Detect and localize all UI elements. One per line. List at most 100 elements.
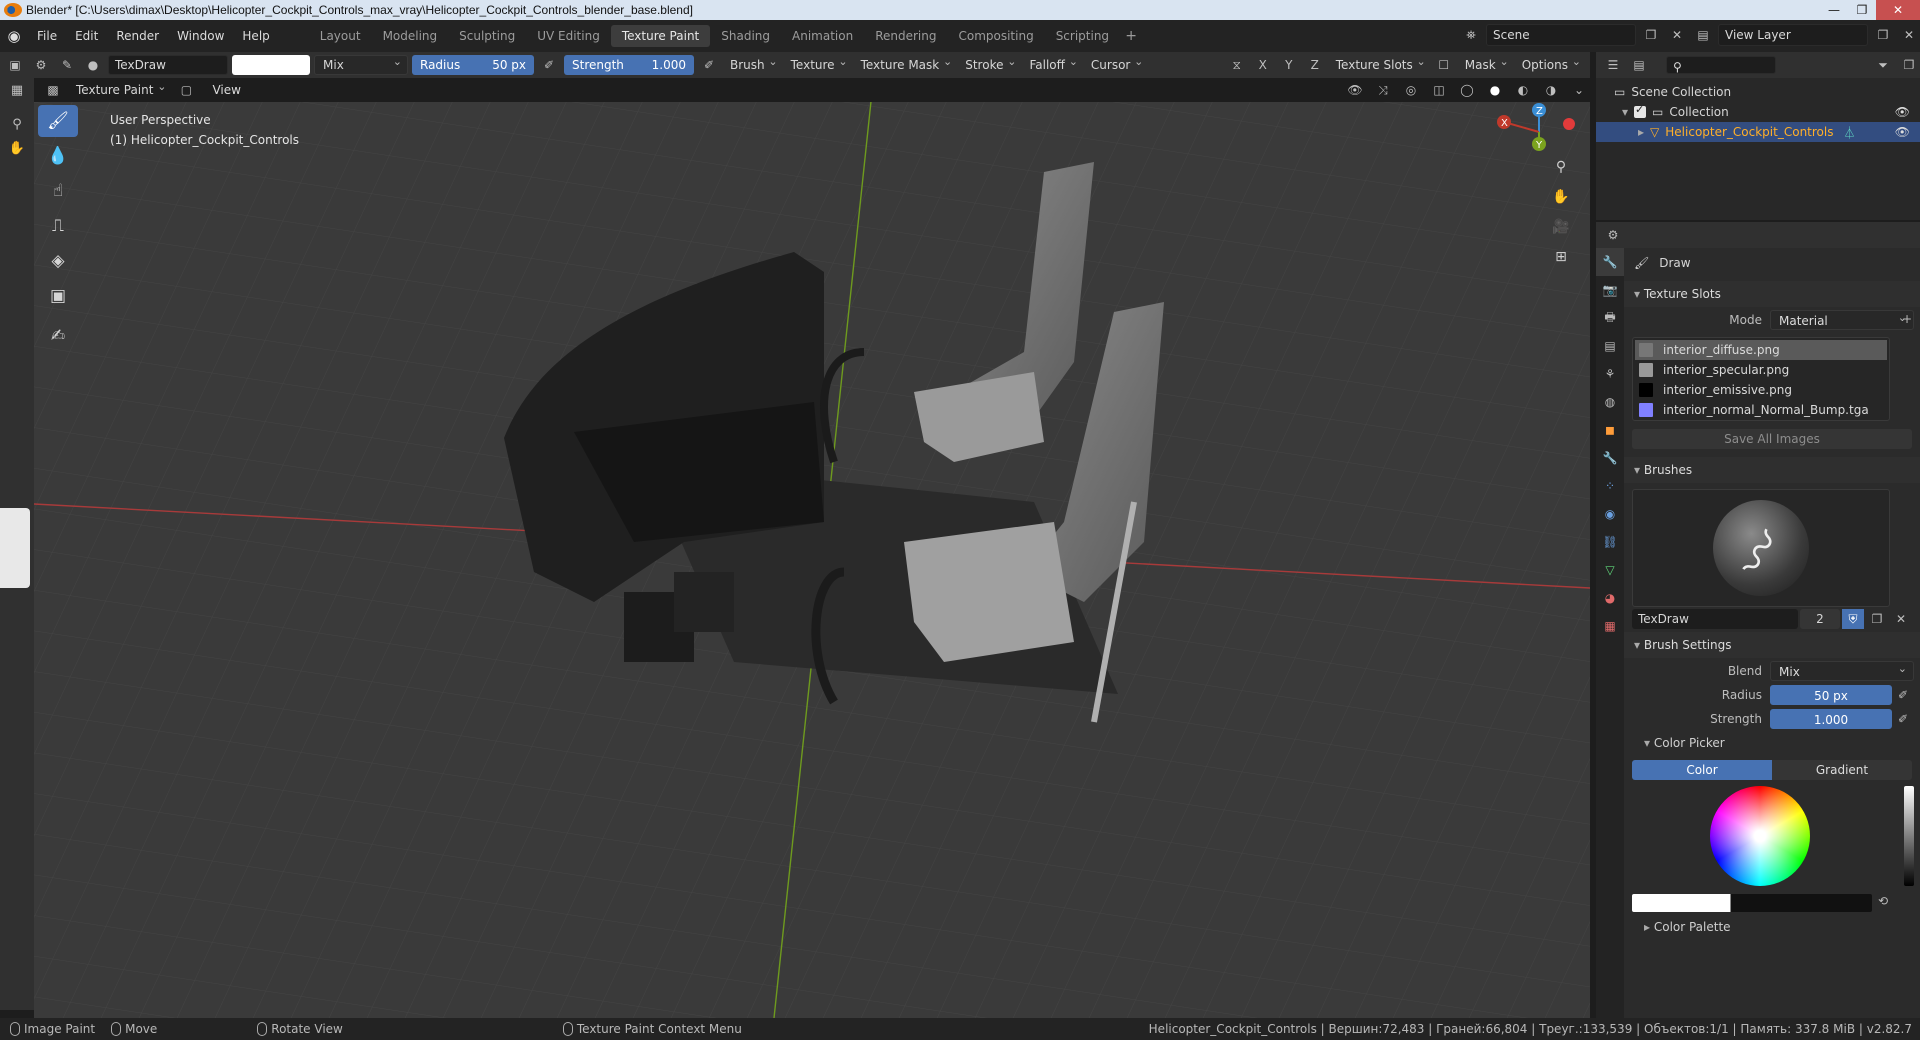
strength-slider[interactable]: Strength 1.000: [564, 55, 694, 75]
shading-options-icon[interactable]: ⌄: [1568, 79, 1590, 101]
unlink-brush-icon[interactable]: ✕: [1890, 609, 1912, 629]
new-scene-icon[interactable]: ❐: [1640, 24, 1662, 46]
axis-z-toggle[interactable]: Z: [1304, 54, 1326, 76]
pan-side-icon[interactable]: ✋: [0, 136, 34, 160]
tab-uv-editing[interactable]: UV Editing: [526, 25, 611, 47]
texture-mask-menu[interactable]: Texture Mask: [855, 52, 956, 75]
filter-icon[interactable]: ⏷: [1872, 54, 1894, 76]
texture-slots-menu[interactable]: Texture Slots: [1330, 52, 1429, 75]
tab-texture-paint[interactable]: Texture Paint: [610, 25, 711, 47]
material-shading-icon[interactable]: ◐: [1512, 79, 1534, 101]
blend-dropdown[interactable]: Mix: [314, 53, 408, 75]
duplicate-brush-icon[interactable]: ❐: [1866, 609, 1888, 629]
menu-help[interactable]: Help: [233, 25, 278, 47]
paint-mask-icon[interactable]: ▢: [175, 79, 197, 101]
cursor-menu[interactable]: Cursor: [1085, 52, 1146, 75]
gizmo-toggle-icon[interactable]: ⤨: [1372, 79, 1394, 101]
color-tab[interactable]: Color: [1632, 760, 1772, 780]
brush-users-count[interactable]: 2: [1800, 609, 1840, 629]
editor-type-icon[interactable]: ▣: [4, 54, 26, 76]
outliner-collection[interactable]: ▾ ▭ Collection 👁: [1596, 102, 1920, 122]
draw-tool-icon[interactable]: 🖌: [38, 105, 78, 137]
collection-visibility-icon[interactable]: 👁: [1895, 105, 1910, 119]
brush-menu[interactable]: Brush: [724, 52, 781, 75]
pan-hand-icon[interactable]: ✋: [1546, 182, 1576, 212]
color-palette-header[interactable]: Color Palette: [1624, 916, 1920, 938]
menu-file[interactable]: File: [28, 25, 66, 47]
radius-pressure-props-icon[interactable]: ✐: [1892, 684, 1914, 706]
tab-shading[interactable]: Shading: [710, 25, 781, 47]
mask-tool-icon[interactable]: ▣: [38, 280, 78, 312]
delete-scene-icon[interactable]: ✕: [1666, 24, 1688, 46]
new-view-layer-icon[interactable]: ❐: [1872, 24, 1894, 46]
swap-colors-icon[interactable]: ⟲: [1878, 894, 1888, 908]
scene-icon[interactable]: ⛯: [1460, 24, 1482, 46]
strength-slider-props[interactable]: 1.000: [1770, 709, 1892, 729]
falloff-menu[interactable]: Falloff: [1023, 52, 1080, 75]
mode-dropdown-props[interactable]: Material: [1770, 308, 1914, 330]
brush-preview[interactable]: [1632, 489, 1890, 607]
image-editor-collapsed[interactable]: [0, 508, 30, 588]
properties-editor-icon[interactable]: ⚙: [1602, 224, 1624, 246]
object-tab-icon[interactable]: ◼: [1596, 416, 1624, 444]
new-collection-icon[interactable]: ❐: [1898, 54, 1920, 76]
maximize-icon[interactable]: ❐: [1848, 0, 1876, 20]
brush-color-swatch[interactable]: [232, 55, 310, 75]
mode-dropdown[interactable]: Texture Paint: [70, 77, 169, 100]
solid-shading-icon[interactable]: ●: [1484, 79, 1506, 101]
menu-edit[interactable]: Edit: [66, 25, 107, 47]
scene-field[interactable]: Scene: [1486, 24, 1636, 46]
menu-render[interactable]: Render: [107, 25, 168, 47]
slot-item[interactable]: interior_specular.png: [1635, 360, 1887, 380]
collection-checkbox[interactable]: [1634, 103, 1647, 118]
slot-item[interactable]: interior_emissive.png: [1635, 380, 1887, 400]
tab-scripting[interactable]: Scripting: [1045, 25, 1120, 47]
brush-name-field[interactable]: TexDraw: [108, 55, 228, 75]
perspective-grid-icon[interactable]: ⊞: [1546, 242, 1576, 272]
fill-tool-icon[interactable]: ◈: [38, 245, 78, 277]
texture-tab-icon[interactable]: ▦: [1596, 612, 1624, 640]
expand-icon[interactable]: ▸: [1638, 125, 1644, 139]
slot-item[interactable]: interior_diffuse.png: [1635, 340, 1887, 360]
camera-icon[interactable]: 🎥: [1546, 212, 1576, 242]
view-layer-tab-icon[interactable]: ▤: [1596, 332, 1624, 360]
close-icon[interactable]: ✕: [1876, 0, 1920, 20]
annotate-tool-icon[interactable]: ✍: [38, 320, 78, 352]
soften-tool-icon[interactable]: 💧: [38, 140, 78, 172]
strength-pressure-props-icon[interactable]: ✐: [1892, 708, 1914, 730]
symmetry-icon[interactable]: ⧖: [1226, 54, 1248, 76]
texture-paint-mode-icon[interactable]: ▩: [42, 79, 64, 101]
scene-tab-icon[interactable]: ⚘: [1596, 360, 1624, 388]
brush-icon[interactable]: ✎: [56, 54, 78, 76]
world-tab-icon[interactable]: ◍: [1596, 388, 1624, 416]
tab-layout[interactable]: Layout: [309, 25, 372, 47]
gizmo-neg-x-axis[interactable]: [1563, 118, 1575, 130]
axis-x-toggle[interactable]: X: [1252, 54, 1274, 76]
options-menu[interactable]: Options: [1516, 52, 1584, 75]
texture-slots-header[interactable]: Texture Slots: [1624, 281, 1920, 307]
blender-menu-icon[interactable]: ◉: [0, 25, 28, 47]
outliner-search-input[interactable]: ⚲: [1666, 56, 1776, 74]
3d-viewport[interactable]: User Perspective (1) Helicopter_Cockpit_…: [34, 102, 1590, 1018]
tab-sculpting[interactable]: Sculpting: [448, 25, 526, 47]
add-workspace-icon[interactable]: +: [1120, 25, 1142, 47]
tab-compositing[interactable]: Compositing: [947, 25, 1044, 47]
tab-animation[interactable]: Animation: [781, 25, 864, 47]
output-tab-icon[interactable]: 🖶: [1596, 304, 1624, 332]
color-wheel[interactable]: [1710, 786, 1810, 886]
color-picker-header[interactable]: Color Picker: [1624, 732, 1920, 754]
particles-tab-icon[interactable]: ⁘: [1596, 472, 1624, 500]
save-all-images-button[interactable]: Save All Images: [1632, 429, 1912, 449]
view-menu[interactable]: View: [203, 79, 249, 101]
outliner-object-row[interactable]: ▸ ▽ Helicopter_Cockpit_Controls ⏃ 👁: [1596, 122, 1920, 142]
rendered-shading-icon[interactable]: ◑: [1540, 79, 1562, 101]
data-tab-icon[interactable]: ▽: [1596, 556, 1624, 584]
stroke-menu[interactable]: Stroke: [959, 52, 1019, 75]
mask-checkbox[interactable]: ☐: [1433, 54, 1455, 76]
texture-menu[interactable]: Texture: [785, 52, 851, 75]
tool-settings-icon[interactable]: ⚙: [30, 54, 52, 76]
gradient-tab[interactable]: Gradient: [1772, 760, 1912, 780]
zoom-side-icon[interactable]: ⚲: [0, 112, 34, 136]
tab-rendering[interactable]: Rendering: [864, 25, 947, 47]
view-layer-icon[interactable]: ▤: [1692, 24, 1714, 46]
